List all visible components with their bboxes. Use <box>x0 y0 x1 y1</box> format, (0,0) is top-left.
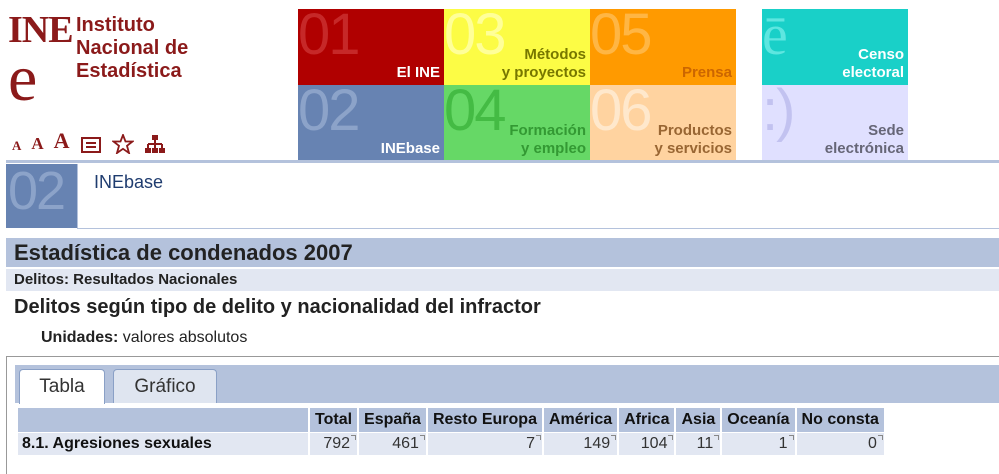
column-header-no-consta[interactable]: No consta <box>796 408 884 432</box>
ine-logo[interactable]: INE e Instituto Nacional de Estadística <box>6 8 246 115</box>
cell-note-icon <box>535 435 541 440</box>
page-title: Estadística de condenados 2007 <box>6 238 999 267</box>
cell-note-icon <box>877 435 883 440</box>
cell-note-icon <box>351 435 357 440</box>
table-cell[interactable]: 149 <box>543 433 618 455</box>
font-size-medium-button[interactable]: A <box>31 134 43 154</box>
table-row: 8.1. Agresiones sexuales 792 461 7 149 1… <box>18 433 884 455</box>
nav-tile-prensa[interactable]: 05 Prensa <box>590 9 736 85</box>
column-header-espana[interactable]: España <box>359 408 426 432</box>
page-subtitle: Delitos: Resultados Nacionales <box>6 269 999 291</box>
accessibility-toolbar: A A A <box>12 128 166 154</box>
column-header-oceania[interactable]: Oceanía <box>722 408 795 432</box>
ine-logo-mark: INE e <box>8 9 74 115</box>
ine-logo-text: Instituto Nacional de Estadística <box>76 14 189 82</box>
results-table: Total España Resto Europa América Africa… <box>16 407 886 456</box>
table-cell[interactable]: 11 <box>676 433 721 455</box>
document-icon[interactable] <box>80 136 102 154</box>
row-label[interactable]: 8.1. Agresiones sexuales <box>18 433 308 455</box>
cell-note-icon <box>419 435 425 440</box>
table-header-blank <box>18 408 308 432</box>
section-divider-vertical <box>77 164 78 228</box>
nav-tile-inebase[interactable]: 02 INEbase <box>298 85 444 161</box>
tab-strip: Tabla Gráfico <box>15 365 999 404</box>
logo-e-glyph: e <box>8 42 38 115</box>
cell-note-icon <box>668 435 674 440</box>
cell-note-icon <box>714 435 720 440</box>
column-header-america[interactable]: América <box>543 408 618 432</box>
sitemap-icon[interactable] <box>144 134 166 154</box>
cell-note-icon <box>788 435 794 440</box>
table-cell[interactable]: 104 <box>619 433 675 455</box>
censo-e-icon: ē <box>762 9 788 67</box>
smiley-icon: :) <box>762 85 795 143</box>
table-cell[interactable]: 7 <box>427 433 542 455</box>
section-number-badge: 02 <box>6 164 77 228</box>
column-header-asia[interactable]: Asia <box>676 408 721 432</box>
nav-tile-productos[interactable]: 06 Productos y servicios <box>590 85 736 161</box>
nav-tile-formacion[interactable]: 04 Formación y empleo <box>444 85 590 161</box>
units-line: Unidades: valores absolutos <box>41 329 247 347</box>
font-size-small-button[interactable]: A <box>12 138 21 154</box>
column-header-africa[interactable]: Africa <box>619 408 675 432</box>
cell-note-icon <box>611 435 617 440</box>
nav-tile-sede-electronica[interactable]: :) Sede electrónica <box>762 85 908 161</box>
results-table-wrap: Total España Resto Europa América Africa… <box>16 407 886 456</box>
table-cell[interactable]: 1 <box>722 433 795 455</box>
table-cell[interactable]: 0 <box>796 433 884 455</box>
units-label: Unidades: <box>41 329 119 346</box>
tab-grafico[interactable]: Gráfico <box>113 369 217 403</box>
star-icon[interactable] <box>111 134 134 154</box>
table-cell[interactable]: 461 <box>359 433 426 455</box>
nav-tile-el-ine[interactable]: 01 El INE <box>298 9 444 85</box>
column-header-resto-europa[interactable]: Resto Europa <box>427 408 542 432</box>
table-header-row: Total España Resto Europa América Africa… <box>18 408 884 432</box>
table-title: Delitos según tipo de delito y nacionali… <box>14 296 541 318</box>
units-value: valores absolutos <box>122 329 248 346</box>
section-divider <box>6 160 999 163</box>
table-cell[interactable]: 792 <box>310 433 358 455</box>
tab-tabla[interactable]: Tabla <box>19 369 105 404</box>
nav-tile-metodos[interactable]: 03 Métodos y proyectos <box>444 9 590 85</box>
column-header-total[interactable]: Total <box>310 408 358 432</box>
nav-tile-censo-electoral[interactable]: ē Censo electoral <box>762 9 908 85</box>
font-size-large-button[interactable]: A <box>54 128 70 154</box>
section-title[interactable]: INEbase <box>94 172 163 193</box>
section-divider-bottom <box>77 228 999 229</box>
